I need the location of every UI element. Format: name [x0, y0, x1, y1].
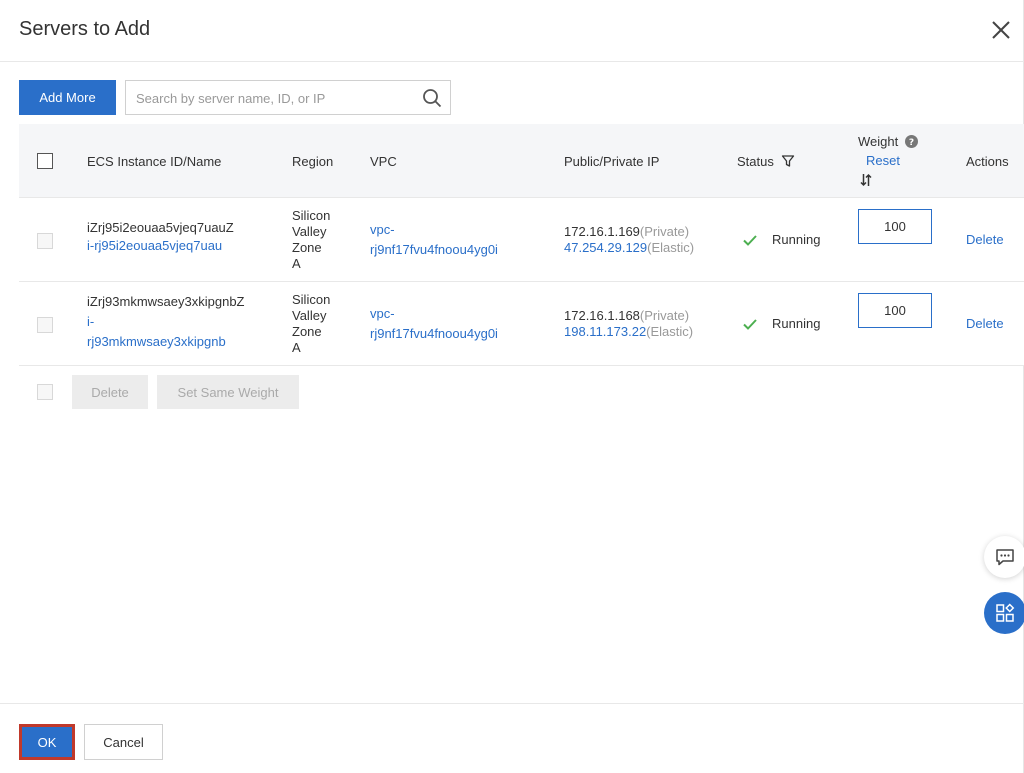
table-header: ECS Instance ID/Name Region VPC Public/P… [19, 124, 1024, 198]
vpc-line: rj9nf17fvu4fnoou4yg0i [370, 242, 498, 257]
status-text: Running [772, 232, 821, 247]
private-ip: 172.16.1.168 [564, 308, 640, 323]
region-cell: Silicon Valley Zone A [292, 208, 330, 272]
svg-text:?: ? [909, 138, 914, 148]
region-line: Zone [292, 324, 322, 339]
private-ip: 172.16.1.169 [564, 224, 640, 239]
table-row: iZrj93mkmwsaey3xkipgnbZ i- rj93mkmwsaey3… [19, 282, 1024, 366]
region-line: Silicon [292, 208, 331, 223]
delete-link[interactable]: Delete [966, 232, 1004, 248]
bulk-delete-button[interactable]: Delete [72, 375, 148, 409]
header-actions: Actions [966, 154, 1009, 169]
region-line: Valley [292, 308, 327, 323]
public-ip-link[interactable]: 47.254.29.129 [564, 240, 647, 255]
header-status: Status [737, 154, 774, 169]
instance-name: iZrj93mkmwsaey3xkipgnbZ [87, 294, 245, 309]
dialog-title: Servers to Add [19, 18, 151, 40]
chat-float-button[interactable] [984, 536, 1024, 578]
region-line: A [292, 340, 301, 355]
weight-input[interactable] [858, 209, 932, 244]
private-label: (Private) [639, 224, 690, 239]
instance-name: iZrj95i2eouaa5vjeq7uauZ [87, 220, 234, 235]
instance-id-link[interactable]: i- rj93mkmwsaey3xkipgnb [87, 312, 226, 352]
region-line: A [292, 256, 301, 271]
apps-icon [996, 603, 1015, 622]
dialog-footer: OK Cancel [0, 703, 1024, 773]
apps-float-button[interactable] [984, 592, 1024, 634]
region-cell: Silicon Valley Zone A [292, 292, 330, 356]
vpc-link[interactable]: vpc- rj9nf17fvu4fnoou4yg0i [370, 220, 498, 260]
filter-icon[interactable] [781, 154, 795, 168]
sort-icon[interactable] [860, 173, 872, 187]
close-icon[interactable] [988, 17, 1014, 43]
servers-to-add-dialog: Servers to Add Add More ECS Instance ID/… [0, 0, 1024, 773]
public-ip-link[interactable]: 198.11.173.22 [564, 324, 646, 339]
vpc-line: rj9nf17fvu4fnoou4yg0i [370, 326, 498, 341]
weight-input[interactable] [858, 293, 932, 328]
vpc-line: vpc- [370, 306, 395, 321]
ok-button[interactable]: OK [19, 724, 75, 760]
header-vpc: VPC [370, 154, 397, 169]
status-text: Running [772, 316, 821, 331]
header-weight: Weight [858, 134, 899, 149]
region-line: Silicon [292, 292, 331, 307]
instance-id-link[interactable]: i-rj95i2eouaa5vjeq7uau [87, 238, 222, 254]
select-all-checkbox[interactable] [37, 153, 53, 169]
elastic-label: (Elastic) [647, 240, 695, 255]
header-instance: ECS Instance ID/Name [87, 154, 222, 169]
search-icon[interactable] [422, 88, 442, 108]
ip-cell: 172.16.1.168(Private) 198.11.173.22(Elas… [564, 308, 693, 340]
ip-cell: 172.16.1.169(Private) 47.254.29.129(Elas… [564, 224, 694, 256]
cancel-button[interactable]: Cancel [84, 724, 163, 760]
weight-reset-link[interactable]: Reset [866, 153, 900, 168]
help-circle-icon[interactable]: ? [905, 135, 918, 148]
set-same-weight-button[interactable]: Set Same Weight [157, 375, 299, 409]
header-region: Region [292, 154, 334, 169]
vpc-line: vpc- [370, 222, 395, 237]
check-icon [743, 319, 757, 330]
chat-icon [996, 549, 1014, 566]
dialog-header: Servers to Add [0, 0, 1024, 62]
region-line: Zone [292, 240, 322, 255]
search-input[interactable] [136, 88, 406, 108]
table-row: iZrj95i2eouaa5vjeq7uauZ i-rj95i2eouaa5vj… [19, 198, 1024, 282]
row-checkbox[interactable] [37, 233, 53, 249]
header-ip: Public/Private IP [564, 154, 660, 169]
bulk-select-checkbox[interactable] [37, 384, 53, 400]
elastic-label: (Elastic) [646, 324, 694, 339]
instance-id-line: rj93mkmwsaey3xkipgnb [87, 334, 226, 349]
check-icon [743, 235, 757, 246]
region-line: Valley [292, 224, 327, 239]
instance-id-line: i- [87, 314, 95, 329]
search-box [125, 80, 451, 115]
delete-link[interactable]: Delete [966, 316, 1004, 332]
row-checkbox[interactable] [37, 317, 53, 333]
private-label: (Private) [639, 308, 690, 323]
vpc-link[interactable]: vpc- rj9nf17fvu4fnoou4yg0i [370, 304, 498, 344]
add-more-button[interactable]: Add More [19, 80, 116, 115]
